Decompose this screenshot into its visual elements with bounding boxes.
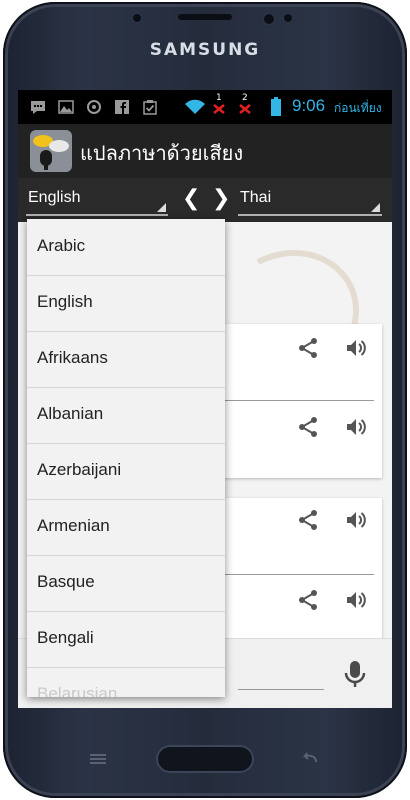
language-option-label: Arabic [37,236,86,255]
sim1-label: 1 [216,93,222,103]
text-input-underline[interactable] [238,689,324,690]
language-option-label: Armenian [37,516,110,535]
source-language-label: English [28,189,81,206]
back-key-icon[interactable] [300,752,320,766]
language-option-label: Bengali [37,628,94,647]
source-language-spinner[interactable]: English [26,184,168,216]
language-option-label: English [37,292,93,311]
share-icon[interactable] [296,508,320,532]
speech-translate-app-icon[interactable] [30,130,72,172]
language-option[interactable]: Basque [27,555,225,612]
previous-language-button[interactable]: ❮ [182,186,200,211]
battery-icon [271,97,281,116]
home-button[interactable] [156,745,254,773]
message-icon [31,101,45,114]
language-option-label: Belarusian [37,684,118,697]
earpiece-speaker [178,14,232,20]
language-dropdown-list[interactable]: Arabic English Afrikaans Albanian Azerba… [27,219,225,697]
speaker-icon[interactable] [344,508,368,532]
clock-ampm: ก่อนเที่ยง [334,101,382,115]
target-language-spinner[interactable]: Thai [238,184,382,216]
microphone-icon[interactable] [342,659,368,689]
clock-time: 9:06 [292,96,326,115]
sim2-label: 2 [242,93,248,103]
language-option-label: Azerbaijani [37,460,122,479]
language-option[interactable]: Belarusian [27,667,225,697]
language-option[interactable]: Arabic [27,219,225,276]
front-sensor-2 [282,12,294,24]
card-divider [214,574,374,575]
share-icon[interactable] [296,336,320,360]
share-icon[interactable] [296,588,320,612]
image-icon [58,100,74,114]
share-icon[interactable] [296,415,320,439]
language-option-label: Basque [37,572,95,591]
translation-card [214,324,382,478]
dropdown-triangle-icon [157,203,166,212]
language-option[interactable]: Afrikaans [27,331,225,388]
speaker-icon[interactable] [344,336,368,360]
translation-card [214,498,382,650]
speaker-icon[interactable] [344,588,368,612]
screen: 1 2 9:06 ก่อนเที่ยง แปลภาษาด้วยเสียง Eng… [18,90,392,708]
facebook-icon [115,100,129,114]
status-bar: 1 2 9:06 ก่อนเที่ยง [18,90,392,124]
dropdown-triangle-icon [371,203,380,212]
front-sensor [131,12,143,24]
action-bar: แปลภาษาด้วยเสียง [18,124,392,178]
device-brand: SAMSUNG [149,40,261,60]
target-language-label: Thai [240,189,272,206]
speaker-icon[interactable] [344,415,368,439]
next-language-button[interactable]: ❯ [212,186,230,211]
language-option-label: Albanian [37,404,104,423]
clipboard-check-icon [143,100,157,115]
settings-icon [87,100,101,114]
app-title: แปลภาษาด้วยเสียง [80,141,244,165]
language-option-label: Afrikaans [37,348,108,367]
language-option[interactable]: Armenian [27,499,225,556]
language-option[interactable]: Bengali [27,611,225,668]
language-option[interactable]: Albanian [27,387,225,444]
wifi-icon [185,99,205,114]
card-divider [214,400,374,401]
front-camera [262,12,276,26]
language-option[interactable]: Azerbaijani [27,443,225,500]
language-bar: English ❮ ❯ Thai [18,178,392,222]
menu-key-icon[interactable] [88,752,108,766]
language-option[interactable]: English [27,275,225,332]
